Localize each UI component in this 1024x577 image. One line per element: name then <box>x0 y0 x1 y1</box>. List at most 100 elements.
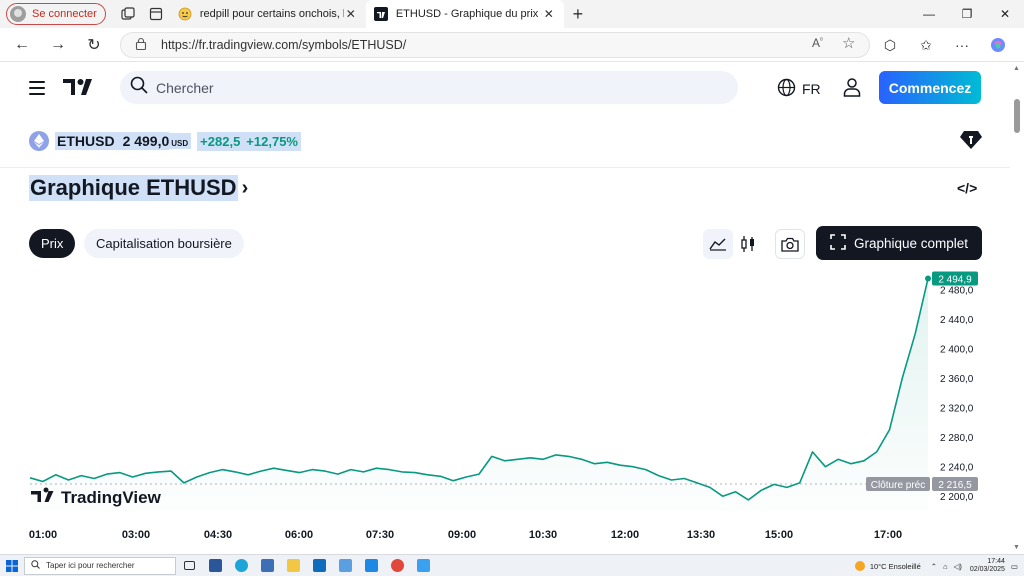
x-tick-label: 01:00 <box>29 529 57 541</box>
x-tick-label: 13:30 <box>687 529 715 541</box>
window-close-icon[interactable]: ✕ <box>986 0 1024 28</box>
more-menu-icon[interactable]: ··· <box>944 30 980 60</box>
price-line <box>29 278 929 501</box>
get-started-button[interactable]: Commencez <box>879 71 981 104</box>
browser-tab-strip: Se connecter redpill pour certains oncho… <box>0 0 1024 28</box>
tradingview-favicon-icon <box>373 7 388 21</box>
language-selector[interactable]: FR <box>777 78 821 100</box>
chevron-up-icon[interactable]: ⌃ <box>931 562 937 571</box>
notification-icon[interactable]: ▭ <box>1011 562 1018 571</box>
minimize-icon[interactable]: — <box>910 0 948 28</box>
weather-text[interactable]: 10°C Ensoleillé <box>870 562 921 571</box>
tradingview-page: FR Commencez ETHUSD 2 499,0 USD +282,5 +… <box>0 63 1010 553</box>
globe-icon <box>777 78 796 100</box>
ticker-symbol: ETHUSD <box>55 132 117 150</box>
area-chart-icon[interactable] <box>703 229 733 259</box>
taskbar-search-placeholder: Taper ici pour rechercher <box>46 561 135 570</box>
page-title[interactable]: Graphique ETHUSD › <box>29 175 248 201</box>
chevron-right-icon: › <box>241 176 249 199</box>
restore-icon[interactable]: ❐ <box>948 0 986 28</box>
full-chart-button[interactable]: Graphique complet <box>816 226 982 260</box>
tab-label: redpill pour certains onchois, la Fr <box>199 8 344 20</box>
user-icon[interactable] <box>842 77 862 102</box>
edge-icon[interactable] <box>228 555 254 577</box>
tradingview-logo[interactable] <box>63 78 95 101</box>
full-chart-label: Graphique complet <box>853 235 969 251</box>
tab-actions-icon[interactable] <box>142 0 170 28</box>
search-input[interactable] <box>156 79 716 96</box>
scroll-down-icon[interactable]: ▼ <box>1013 544 1020 551</box>
y-tick-label: 2 360,0 <box>940 374 974 385</box>
new-tab-icon[interactable]: + <box>564 4 592 25</box>
ticker-price: 2 499,0 <box>116 132 170 150</box>
fullscreen-icon <box>830 233 854 253</box>
search-box[interactable] <box>120 71 738 104</box>
close-icon[interactable]: ✕ <box>344 7 358 21</box>
ticker-change-abs: +282,5 <box>197 131 244 151</box>
vscode-icon[interactable] <box>358 555 384 577</box>
task-view-icon[interactable] <box>176 555 202 577</box>
mail-icon[interactable] <box>332 555 358 577</box>
clock-time: 17:44 <box>987 558 1005 565</box>
search-icon <box>31 560 40 571</box>
hamburger-menu-icon[interactable] <box>29 81 45 95</box>
copilot-icon[interactable] <box>980 30 1016 60</box>
outlook-icon[interactable] <box>306 555 332 577</box>
chrome-icon[interactable] <box>384 555 410 577</box>
price-chart[interactable]: 2 200,0 2 240,0 2 280,0 2 320,0 2 360,0 2 400… <box>0 263 1010 553</box>
forward-icon[interactable]: → <box>40 30 76 60</box>
file-explorer-icon[interactable] <box>280 555 306 577</box>
embed-code-icon[interactable]: </> <box>957 180 977 196</box>
tab-price[interactable]: Prix <box>29 229 76 258</box>
ticker-summary: ETHUSD 2 499,0 USD +282,5 +12,75% <box>29 130 301 152</box>
x-tick-label: 12:00 <box>611 529 639 541</box>
word-icon[interactable] <box>202 555 228 577</box>
divider <box>0 167 1010 168</box>
ticker-currency: USD <box>169 133 192 149</box>
store-icon[interactable] <box>254 555 280 577</box>
favorites-icon[interactable]: ✩ <box>908 30 944 60</box>
clock-date: 02/03/2025 <box>969 566 1005 573</box>
emoji-face-icon <box>178 7 192 21</box>
address-bar[interactable]: https://fr.tradingview.com/symbols/ETHUS… <box>120 32 870 58</box>
windows-start-icon[interactable] <box>0 555 24 577</box>
candlestick-icon[interactable] <box>733 229 763 259</box>
tab-label: ETHUSD - Graphique du prix de l' <box>395 8 542 20</box>
reload-icon[interactable]: ↻ <box>76 30 112 60</box>
camera-icon[interactable] <box>775 229 805 259</box>
sun-icon <box>854 561 865 571</box>
scroll-up-icon[interactable]: ▲ <box>1013 65 1020 72</box>
ethereum-icon <box>29 131 49 151</box>
diamond-badge-icon[interactable] <box>960 130 982 155</box>
taskbar-search[interactable]: Taper ici pour rechercher <box>24 556 176 575</box>
x-tick-label: 17:00 <box>874 529 902 541</box>
system-tray: 10°C Ensoleillé ⌃ ⌂ ◁) 17:44 02/03/2025 … <box>854 555 1018 577</box>
scrollbar-thumb[interactable] <box>1014 99 1020 133</box>
app-icon[interactable] <box>410 555 436 577</box>
browser-tab-tradingview[interactable]: ETHUSD - Graphique du prix de l' ✕ <box>365 0 564 28</box>
favorite-star-icon[interactable]: ☆ <box>842 34 855 52</box>
extensions-icon[interactable]: ⬡ <box>872 30 908 60</box>
network-icon[interactable]: ⌂ <box>943 562 948 571</box>
windows-taskbar: Taper ici pour rechercher 10°C Ensoleill… <box>0 554 1024 576</box>
workspaces-icon[interactable] <box>114 0 142 28</box>
scrollbar[interactable]: ▲ ▼ <box>1010 63 1024 553</box>
back-icon[interactable]: ← <box>4 30 40 60</box>
read-aloud-icon[interactable]: Aᵅ <box>812 36 823 50</box>
lock-icon <box>135 37 151 53</box>
y-tick-label: 2 280,0 <box>940 433 974 444</box>
language-label: FR <box>802 81 821 97</box>
close-icon[interactable]: ✕ <box>542 7 556 21</box>
avatar <box>10 6 26 22</box>
url-text: https://fr.tradingview.com/symbols/ETHUS… <box>161 38 407 52</box>
volume-icon[interactable]: ◁) <box>954 562 962 571</box>
x-tick-label: 07:30 <box>366 529 394 541</box>
browser-tab-reddit[interactable]: redpill pour certains onchois, la Fr ✕ <box>170 0 366 28</box>
x-tick-label: 03:00 <box>122 529 150 541</box>
tab-market-cap[interactable]: Capitalisation boursière <box>84 229 244 258</box>
last-price-label: 2 494,9 <box>938 274 972 285</box>
x-tick-label: 04:30 <box>204 529 232 541</box>
profile-button[interactable]: Se connecter <box>6 3 106 25</box>
clock[interactable]: 17:44 02/03/2025 <box>970 558 1005 574</box>
y-tick-label: 2 480,0 <box>940 285 974 296</box>
